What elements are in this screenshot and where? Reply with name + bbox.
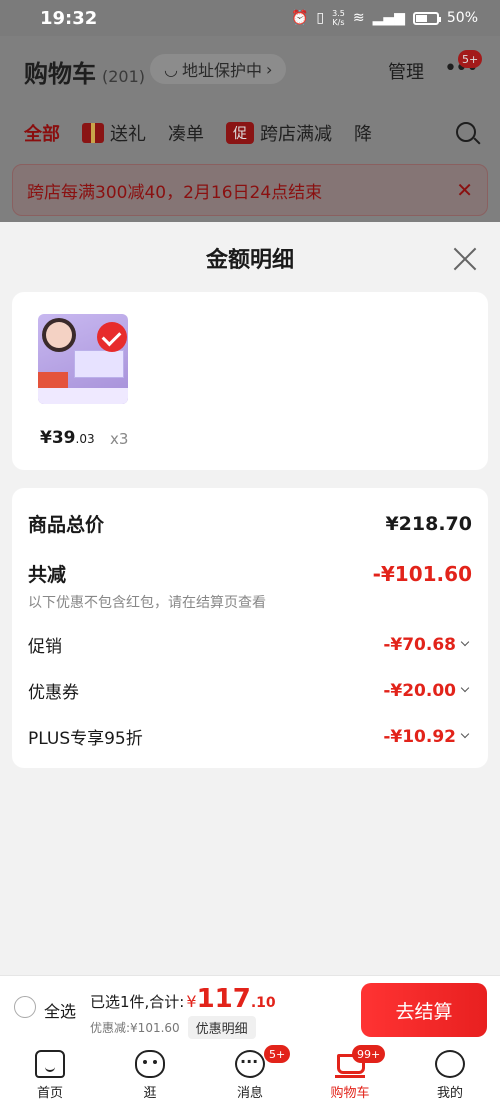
signal-icon: ▂▄▆ [372, 10, 405, 26]
cart-badge: 99+ [352, 1045, 386, 1063]
tab-cross-store[interactable]: 促 跨店满减 [226, 120, 332, 146]
alarm-icon: ⏰ [290, 10, 309, 26]
close-icon[interactable] [452, 246, 478, 272]
amount-detail-card: 商品总价 ¥218.70 共减 -¥101.60 以下优惠不包含红包，请在结算页… [12, 488, 488, 768]
amount-detail-sheet: 金额明细 ¥39.03 x3 商品总价 ¥218.70 共减 -¥101.60 … [0, 222, 500, 975]
discount-detail-button[interactable]: 优惠明细 [187, 1016, 256, 1039]
sheet-title: 金额明细 [205, 248, 294, 273]
address-protect-pill[interactable]: ◡ 地址保护中 › [150, 54, 287, 84]
tab-messages[interactable]: 消息 5+ [200, 1043, 300, 1111]
savings-value: -¥101.60 [372, 561, 472, 586]
message-badge: 5+ [264, 1045, 291, 1063]
tab-browse[interactable]: 逛 [100, 1043, 200, 1111]
tab-home[interactable]: 首页 [0, 1043, 100, 1111]
tab-add-on[interactable]: 凑单 [168, 120, 204, 146]
battery-percent: 50% [446, 10, 478, 26]
savings-label: 共减 [28, 564, 67, 586]
face-icon [135, 1050, 165, 1078]
cart-page-background: 购物车 (201) ◡ 地址保护中 › 管理 ••• 5+ 全部 送礼 凑单 促… [0, 36, 500, 222]
select-all-label[interactable]: 全选 [44, 998, 76, 1022]
status-bar: 19:32 ⏰ ▯ 3.5 K/s ≋ ▂▄▆ 50% [0, 0, 500, 36]
cart-count: (201) [102, 67, 146, 86]
discount-row-promotion[interactable]: 促销 -¥70.68 [28, 632, 472, 658]
chevron-down-icon [460, 685, 472, 697]
status-icons: ⏰ ▯ 3.5 K/s ≋ ▂▄▆ 50% [291, 9, 478, 27]
savings-note: 以下优惠不包含红包，请在结算页查看 [28, 595, 266, 611]
discount-summary: 优惠减:¥101.60 优惠明细 [90, 1016, 256, 1039]
total-label: 商品总价 [28, 514, 105, 536]
savings-row: 共减 -¥101.60 [28, 560, 472, 587]
tab-profile[interactable]: 我的 [400, 1043, 500, 1111]
search-icon[interactable] [456, 122, 476, 142]
promo-notice: 跨店每满300减40，2月16日24点结束 ✕ [12, 164, 488, 216]
chevron-down-icon [460, 639, 472, 651]
checkout-bar: 全选 已选1件,合计: ¥ 117 .10 优惠减:¥101.60 优惠明细 去… [0, 975, 500, 1043]
product-quantity: x3 [110, 430, 129, 448]
cart-header: 购物车 (201) [24, 54, 145, 89]
more-badge: 5+ [458, 50, 483, 68]
product-price: ¥39.03 [40, 428, 95, 448]
page-title: 购物车 [24, 60, 96, 88]
message-icon [235, 1050, 265, 1078]
profile-icon [435, 1050, 465, 1078]
total-amount: 117 [196, 984, 251, 1014]
select-all-radio[interactable] [14, 996, 36, 1018]
filter-tabs: 全部 送礼 凑单 促 跨店满减 降 [24, 120, 372, 146]
checkout-button[interactable]: 去结算 [361, 983, 487, 1037]
vibrate-icon: ▯ [316, 10, 325, 26]
status-time: 19:32 [40, 7, 98, 29]
checkmark-icon [97, 322, 127, 352]
bottom-tab-bar: 首页 逛 消息 5+ 购物车 99+ 我的 [0, 1043, 500, 1111]
address-icon: ◡ [164, 59, 178, 79]
total-value: ¥218.70 [385, 512, 472, 535]
chevron-down-icon [460, 731, 472, 743]
tab-gift[interactable]: 送礼 [82, 120, 146, 146]
total-row: 商品总价 ¥218.70 [28, 510, 472, 537]
close-icon[interactable]: ✕ [456, 178, 473, 202]
chevron-right-icon: › [265, 59, 273, 79]
product-card: ¥39.03 x3 [12, 292, 488, 470]
tab-cart[interactable]: 购物车 99+ [300, 1043, 400, 1111]
total-summary: 已选1件,合计: ¥ 117 .10 [90, 984, 276, 1014]
manage-button[interactable]: 管理 [388, 58, 424, 84]
tab-price-drop[interactable]: 降 [354, 120, 372, 146]
promo-icon: 促 [226, 122, 254, 144]
net-speed: 3.5 K/s [332, 9, 345, 27]
notice-text: 跨店每满300减40，2月16日24点结束 [27, 182, 323, 203]
tab-all[interactable]: 全部 [24, 120, 60, 146]
discount-row-plus[interactable]: PLUS专享95折 -¥10.92 [28, 724, 472, 750]
home-icon [35, 1050, 65, 1078]
battery-icon [412, 11, 441, 25]
discount-row-coupon[interactable]: 优惠券 -¥20.00 [28, 678, 472, 704]
wifi-icon: ≋ [352, 10, 365, 26]
gift-icon [82, 123, 104, 143]
